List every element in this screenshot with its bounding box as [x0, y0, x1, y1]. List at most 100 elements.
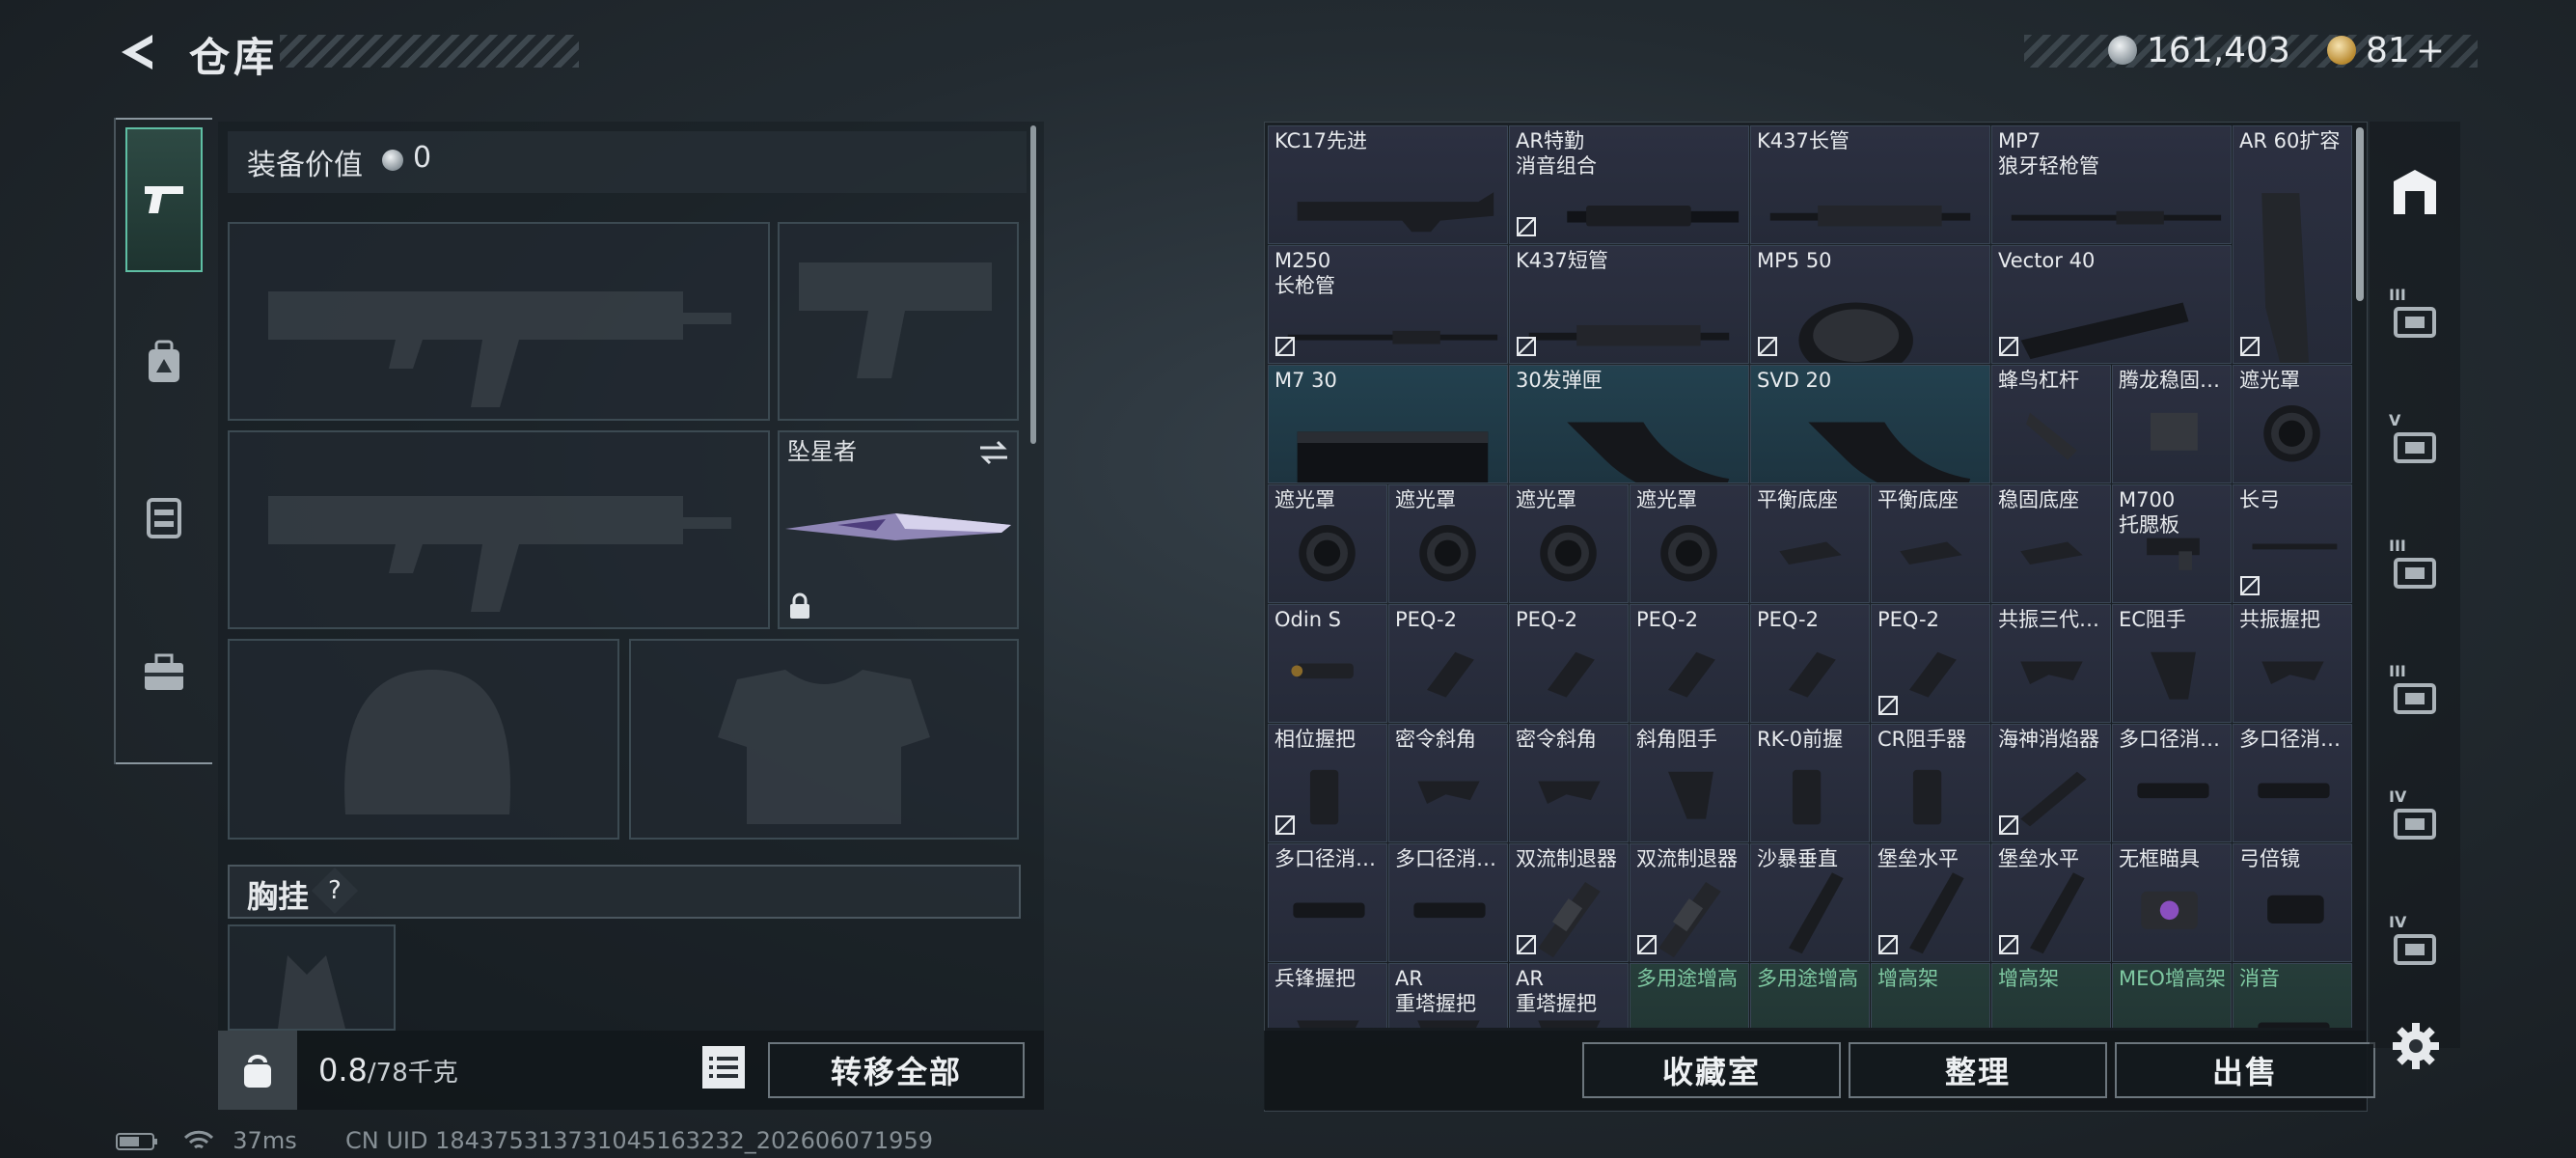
inventory-item-name: PEQ-2	[1757, 608, 1819, 631]
storage-scrollbar[interactable]	[2356, 127, 2364, 301]
loadout-scrollbar[interactable]	[1030, 125, 1036, 444]
storage-tab-3[interactable]: V	[2375, 396, 2454, 492]
inventory-item[interactable]: 遮光罩	[1268, 484, 1387, 603]
inventory-item[interactable]: 稳固底座	[1991, 484, 2111, 603]
inventory-item[interactable]: 30发弹匣	[1509, 365, 1749, 483]
storage-tab-5[interactable]: III	[2375, 647, 2454, 743]
inventory-item[interactable]: AR 重塔握把	[1509, 963, 1629, 1028]
nav-backpack-tab[interactable]	[125, 290, 203, 434]
silver-coin-icon	[2108, 36, 2137, 65]
inventory-item[interactable]: PEQ-2	[1509, 604, 1629, 723]
nav-vest-tab[interactable]	[125, 444, 203, 589]
inventory-item[interactable]: 多口径消…	[2112, 724, 2232, 842]
inventory-item[interactable]: 海神消焰器	[1991, 724, 2111, 842]
inventory-item[interactable]: 长弓	[2233, 484, 2352, 603]
rifle-silhouette-icon	[268, 496, 731, 612]
nav-toolbox-tab[interactable]	[125, 600, 203, 745]
inventory-item[interactable]: 兵锋握把	[1268, 963, 1387, 1028]
inventory-item[interactable]: 遮光罩	[1509, 484, 1629, 603]
inventory-item[interactable]: Odin S	[1268, 604, 1387, 723]
inventory-item[interactable]: K437长管	[1750, 125, 1990, 244]
inventory-item-name: 遮光罩	[1636, 488, 1697, 511]
inventory-item[interactable]: 多口径消…	[1388, 843, 1508, 962]
inventory-item[interactable]: 无框瞄具	[2112, 843, 2232, 962]
inventory-item[interactable]: 增高架	[1871, 963, 1990, 1028]
transfer-all-button[interactable]: 转移全部	[768, 1042, 1025, 1098]
inventory-item[interactable]: 遮光罩	[1630, 484, 1749, 603]
inventory-item[interactable]: M250 长枪管	[1268, 245, 1508, 364]
inventory-item[interactable]: 蜂鸟杠杆	[1991, 365, 2111, 483]
inventory-item[interactable]: 腾龙稳固…	[2112, 365, 2232, 483]
currency-premium[interactable]: 81 +	[2327, 29, 2445, 70]
chest-rig-slot[interactable]	[228, 924, 396, 1031]
no-insure-icon	[2240, 337, 2260, 356]
inventory-item[interactable]: MEO增高架	[2112, 963, 2232, 1028]
inventory-item[interactable]: AR 60扩容	[2233, 125, 2352, 364]
nav-weapons-tab[interactable]	[125, 127, 203, 272]
inventory-item[interactable]: 多用途增高	[1630, 963, 1749, 1028]
storage-tab-6[interactable]: IV	[2375, 772, 2454, 868]
inventory-item[interactable]: PEQ-2	[1630, 604, 1749, 723]
inventory-item[interactable]: PEQ-2	[1388, 604, 1508, 723]
inventory-item[interactable]: 消音	[2233, 963, 2352, 1028]
storage-tab-2[interactable]: III	[2375, 270, 2454, 367]
pistol-silhouette-icon	[799, 262, 992, 378]
inventory-item[interactable]: MP7 狼牙轻枪管	[1991, 125, 2232, 244]
inventory-item[interactable]: 多口径消…	[2233, 724, 2352, 842]
sidearm-slot[interactable]	[778, 222, 1019, 421]
inventory-item-name: 兵锋握把	[1274, 967, 1356, 990]
storage-tab-7[interactable]: IV	[2375, 897, 2454, 994]
inventory-item[interactable]: AR特勤 消音组合	[1509, 125, 1749, 244]
inventory-item[interactable]: 平衡底座	[1871, 484, 1990, 603]
inventory-item[interactable]: 双流制退器	[1630, 843, 1749, 962]
primary-weapon-slot-2[interactable]	[228, 430, 770, 629]
inventory-item[interactable]: PEQ-2	[1871, 604, 1990, 723]
inventory-item[interactable]: AR 重塔握把	[1388, 963, 1508, 1028]
inventory-item[interactable]: 双流制退器	[1509, 843, 1629, 962]
no-insure-icon	[1517, 217, 1536, 236]
inventory-item[interactable]: MP5 50	[1750, 245, 1990, 364]
inventory-item[interactable]: M7 30	[1268, 365, 1508, 483]
inventory-item[interactable]: CR阻手器	[1871, 724, 1990, 842]
storage-tab-4[interactable]: III	[2375, 521, 2454, 618]
inventory-item[interactable]: 共振三代…	[1991, 604, 2111, 723]
inventory-item[interactable]: 堡垒水平	[1871, 843, 1990, 962]
inventory-item[interactable]: Vector 40	[1991, 245, 2232, 364]
inventory-item[interactable]: M700 托腮板	[2112, 484, 2232, 603]
inventory-item[interactable]: 密令斜角	[1509, 724, 1629, 842]
inventory-item[interactable]: 遮光罩	[1388, 484, 1508, 603]
inventory-item[interactable]: PEQ-2	[1750, 604, 1870, 723]
inventory-item[interactable]: 遮光罩	[2233, 365, 2352, 483]
inventory-item-name: KC17先进	[1274, 129, 1368, 152]
gear-icon[interactable]	[2391, 1021, 2441, 1071]
body-armor-slot[interactable]	[629, 639, 1019, 840]
inventory-item[interactable]: 多用途增高	[1750, 963, 1870, 1028]
add-currency-button[interactable]: +	[2416, 31, 2445, 70]
inventory-item[interactable]: EC阻手	[2112, 604, 2232, 723]
swap-icon[interactable]	[978, 440, 1009, 465]
inventory-item[interactable]: K437短管	[1509, 245, 1749, 364]
storage-tab-1[interactable]	[2375, 145, 2454, 241]
inventory-item[interactable]: 增高架	[1991, 963, 2111, 1028]
inventory-item[interactable]: RK-0前握	[1750, 724, 1870, 842]
collection-room-button[interactable]: 收藏室	[1582, 1042, 1841, 1098]
inventory-item[interactable]: 密令斜角	[1388, 724, 1508, 842]
melee-item-name: 坠星者	[787, 438, 857, 465]
list-view-button[interactable]	[702, 1046, 745, 1089]
sort-button[interactable]: 整理	[1849, 1042, 2107, 1098]
inventory-item[interactable]: 堡垒水平	[1991, 843, 2111, 962]
inventory-item[interactable]: 多口径消…	[1268, 843, 1387, 962]
chest-rig-silhouette-icon	[278, 955, 345, 1029]
sell-button[interactable]: 出售	[2115, 1042, 2375, 1098]
inventory-item[interactable]: SVD 20	[1750, 365, 1990, 483]
inventory-item[interactable]: 弓倍镜	[2233, 843, 2352, 962]
inventory-item[interactable]: 相位握把	[1268, 724, 1387, 842]
back-arrow-icon[interactable]	[114, 29, 160, 75]
primary-weapon-slot-1[interactable]	[228, 222, 770, 421]
inventory-item[interactable]: 共振握把	[2233, 604, 2352, 723]
inventory-item[interactable]: 平衡底座	[1750, 484, 1870, 603]
helmet-slot[interactable]	[228, 639, 619, 840]
inventory-item[interactable]: KC17先进	[1268, 125, 1508, 244]
inventory-item[interactable]: 沙暴垂直	[1750, 843, 1870, 962]
inventory-item[interactable]: 斜角阻手	[1630, 724, 1749, 842]
